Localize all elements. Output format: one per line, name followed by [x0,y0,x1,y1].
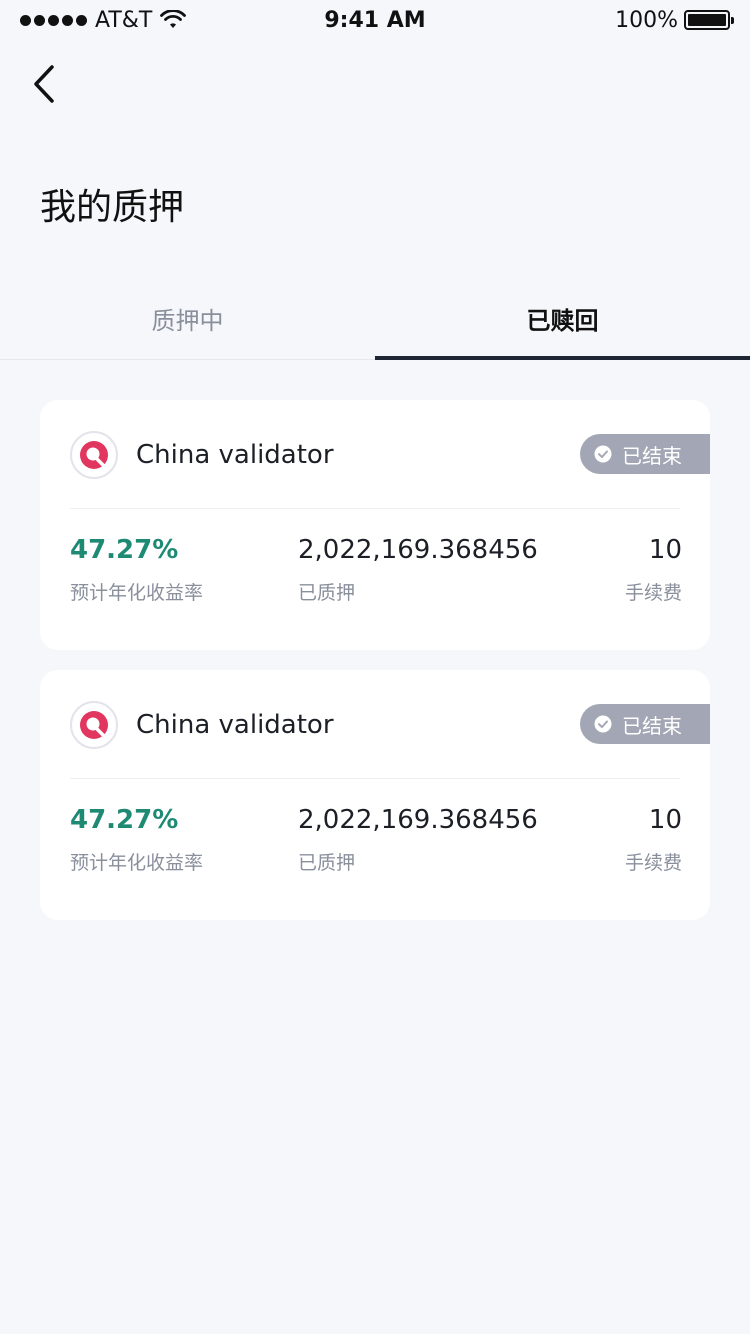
check-circle-icon [594,715,612,733]
fee-stat: 10 手续费 [625,532,682,605]
carrier-label: AT&T [95,7,153,33]
validator-name: China validator [136,440,334,470]
rate-value: 47.27% [70,535,179,565]
validator-logo-icon [80,711,108,739]
tab-redeemed[interactable]: 已赎回 [375,278,750,360]
fee-label: 手续费 [624,582,682,604]
battery-fill [688,14,726,26]
status-text: 已结束 [622,713,682,738]
card-divider [70,778,680,779]
status-text: 已结束 [622,443,682,468]
rate-label: 预计年化收益率 [70,852,204,874]
validator-card[interactable]: China validator 已结束 47.27% 预计年化收益率 2,022… [40,670,710,920]
tab-bar: 质押中 已赎回 [0,278,750,360]
screen: AT&T 9:41 AM 100% 我的质押 质押中 已赎回 China val… [0,0,750,1334]
staked-stat: 2,022,169.368456 已质押 [298,802,538,875]
staked-value: 2,022,169.368456 [298,805,538,835]
rate-label: 预计年化收益率 [70,582,204,604]
chevron-left-icon [34,65,54,103]
status-bar: AT&T 9:41 AM 100% [0,0,750,40]
validator-logo [70,701,118,749]
page-title: 我的质押 [40,187,185,228]
card-divider [70,508,680,509]
tab-staking[interactable]: 质押中 [0,278,375,359]
check-circle-icon [594,445,612,463]
battery-icon [684,10,734,30]
staked-label: 已质押 [298,852,356,874]
signal-icon [20,14,87,26]
status-left: AT&T [20,7,187,33]
fee-value: 10 [648,535,682,565]
rate-value: 47.27% [70,805,179,835]
status-badge: 已结束 [580,434,710,474]
fee-stat: 10 手续费 [625,802,682,875]
validator-name: China validator [136,710,334,740]
fee-value: 10 [648,805,682,835]
status-right: 100% [615,7,734,33]
validator-logo [70,431,118,479]
fee-label: 手续费 [624,852,682,874]
status-badge: 已结束 [580,704,710,744]
rate-stat: 47.27% 预计年化收益率 [70,802,203,875]
card-header: China validator 已结束 [70,700,710,750]
card-header: China validator 已结束 [70,430,710,480]
battery-percent: 100% [615,7,678,33]
wifi-icon [160,10,187,28]
validator-logo-icon [80,441,108,469]
staked-value: 2,022,169.368456 [298,535,538,565]
back-button[interactable] [22,62,66,106]
rate-stat: 47.27% 预计年化收益率 [70,532,203,605]
validator-card[interactable]: China validator 已结束 47.27% 预计年化收益率 2,022… [40,400,710,650]
staked-stat: 2,022,169.368456 已质押 [298,532,538,605]
staked-label: 已质押 [298,582,356,604]
